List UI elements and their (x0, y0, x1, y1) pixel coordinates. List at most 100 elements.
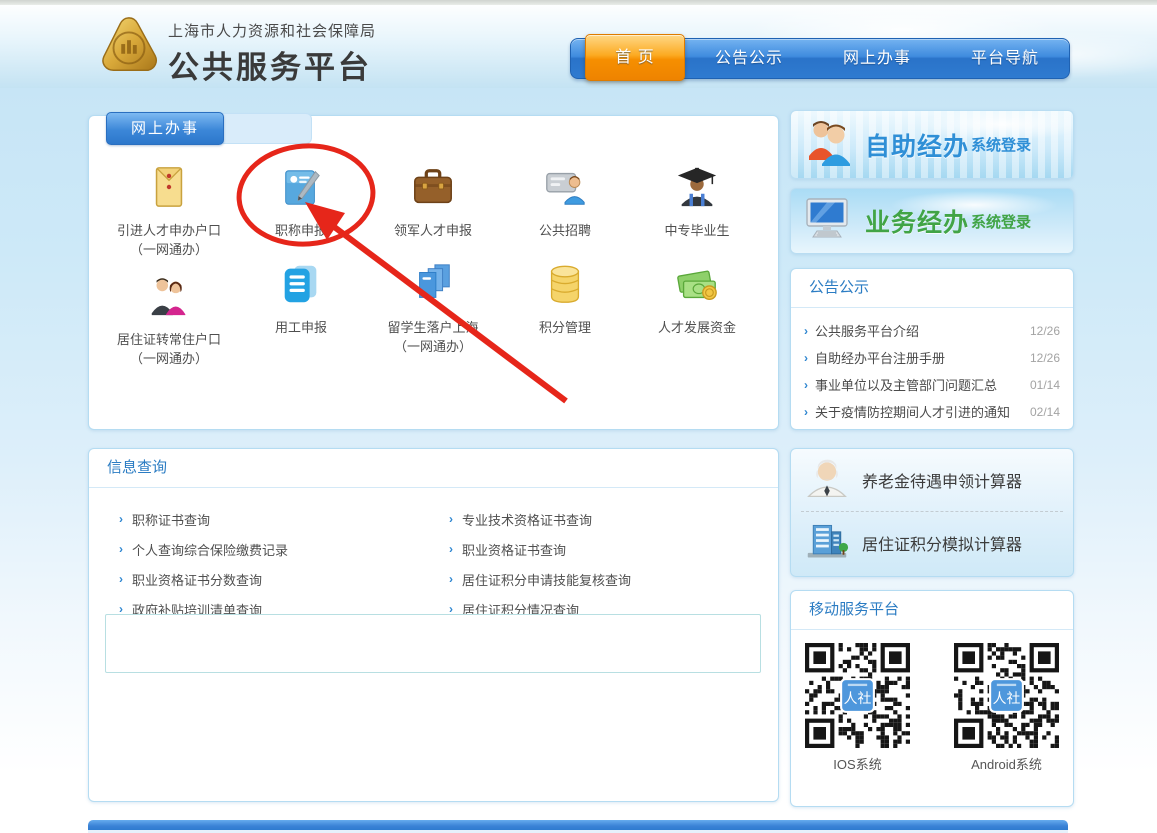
service-item[interactable]: 居住证转常住户口（一网通办） (103, 253, 235, 350)
calculator-label: 居住证积分模拟计算器 (862, 531, 1022, 555)
query-link[interactable]: ›专业技术资格证书查询 (449, 504, 768, 534)
query-link-label: 专业技术资格证书查询 (462, 510, 592, 529)
service-label: 积分管理 (499, 318, 631, 338)
business-login-banner[interactable]: 业务经办系统登录 (790, 188, 1074, 254)
site-titles: 上海市人力资源和社会保障局 公共服务平台 (168, 20, 376, 87)
query-link-label: 职业资格证书查询 (462, 540, 566, 559)
service-item[interactable]: 职称申报 (235, 156, 367, 253)
empty-notice-box (105, 614, 761, 673)
announcement-item[interactable]: › 自助经办平台注册手册 12/26 (791, 344, 1073, 371)
announcement-date: 01/14 (1026, 378, 1060, 392)
announcement-item[interactable]: ›公共服务平台介绍12/26 (791, 317, 1073, 344)
page-body: 网上办事 引进人才申办户口（一网通办）职称申报领军人才申报公共招聘中专毕业生居住… (0, 88, 1157, 833)
service-item[interactable]: 人才发展资金 (631, 253, 763, 350)
announcements-title: 公告公示 (791, 269, 1073, 308)
calculator-label: 养老金待遇申领计算器 (862, 468, 1022, 492)
footer-bar (88, 820, 1068, 830)
calculator-item[interactable]: 居住证积分模拟计算器 (791, 512, 1073, 574)
link-arrow-icon: › (804, 378, 808, 392)
pensioner-icon (805, 456, 849, 505)
service-item[interactable]: 留学生落户上海（一网通办） (367, 253, 499, 350)
announcement-title: 关于疫情防控期间人才引进的通知 (815, 402, 1010, 421)
page-title: 公共服务平台 (168, 42, 376, 87)
page: 上海市人力资源和社会保障局 公共服务平台 首 页公告公示网上办事平台导航 网上办… (0, 0, 1157, 833)
nav-tab-3[interactable]: 网上办事 (813, 39, 941, 78)
service-item[interactable]: 中专毕业生 (631, 156, 763, 253)
money-icon (631, 261, 763, 312)
mobile-platform-panel: 移动服务平台 人社IOS系统人社Android系统 (790, 590, 1074, 807)
query-link-label: 居住证积分申请技能复核查询 (462, 570, 631, 589)
nav-tab-4[interactable]: 平台导航 (941, 39, 1069, 78)
query-link-label: 个人查询综合保险缴费记录 (132, 540, 288, 559)
query-link[interactable]: ›个人查询综合保险缴费记录 (119, 534, 449, 564)
svg-text:人社: 人社 (844, 690, 872, 706)
calculator-item[interactable]: 养老金待遇申领计算器 (791, 449, 1073, 511)
query-link[interactable]: ›职业资格证书查询 (449, 534, 768, 564)
query-link[interactable]: ›居住证积分申请技能复核查询 (449, 564, 768, 594)
announcement-title: 事业单位以及主管部门问题汇总 (815, 375, 997, 394)
info-query-title: 信息查询 (89, 449, 778, 488)
site-logo-icon (98, 15, 160, 81)
couple-icon (103, 273, 235, 324)
service-label: 职称申报 (235, 221, 367, 241)
query-link-label: 职业资格证书分数查询 (132, 570, 262, 589)
briefcase-icon (367, 164, 499, 215)
title-card-icon (235, 164, 367, 215)
query-link[interactable]: › 职业资格证书分数查询 (119, 564, 449, 594)
announcements-panel: 公告公示 ›公共服务平台介绍12/26 › 自助经办平台注册手册 12/26 › 事业单位… (790, 268, 1074, 430)
query-link[interactable]: › 职称证书查询 (119, 504, 449, 534)
service-item[interactable]: 引进人才申办户口（一网通办） (103, 156, 235, 253)
users-icon (803, 116, 855, 173)
service-label: 公共招聘 (499, 221, 631, 241)
qr-code-icon: 人社 (954, 643, 1059, 748)
calculators-panel: 养老金待遇申领计算器居住证积分模拟计算器 (790, 448, 1074, 577)
nav-tab-1[interactable]: 首 页 (585, 34, 685, 81)
online-services-panel: 网上办事 引进人才申办户口（一网通办）职称申报领军人才申报公共招聘中专毕业生居住… (88, 115, 779, 430)
nav-tab-2[interactable]: 公告公示 (685, 39, 813, 78)
info-query-links: ›职称证书查询›专业技术资格证书查询›个人查询综合保险缴费记录›职业资格证书查询… (89, 488, 778, 624)
service-label: 居住证转常住户口 (103, 330, 235, 350)
announcement-date: 02/14 (1026, 405, 1060, 419)
computer-icon (803, 193, 855, 250)
database-icon (499, 261, 631, 312)
link-arrow-icon: › (804, 351, 808, 365)
graduate-icon (631, 164, 763, 215)
qr-row: 人社IOS系统人社Android系统 (791, 630, 1073, 773)
site-header: 上海市人力资源和社会保障局 公共服务平台 首 页公告公示网上办事平台导航 (0, 5, 1157, 88)
main-nav: 首 页公告公示网上办事平台导航 (570, 38, 1070, 79)
building-icon (805, 519, 849, 568)
service-label: 中专毕业生 (631, 221, 763, 241)
tab-online-services[interactable]: 网上办事 (106, 112, 224, 145)
mobile-platform-title: 移动服务平台 (791, 591, 1073, 630)
announcements-list: ›公共服务平台介绍12/26 › 自助经办平台注册手册 12/26 › 事业单位以及主管部… (791, 308, 1073, 425)
service-label: 引进人才申办户口 (103, 221, 235, 241)
recruit-icon (499, 164, 631, 215)
query-link-label: 职称证书查询 (132, 510, 210, 529)
service-item[interactable]: 积分管理 (499, 253, 631, 350)
self-service-login-banner[interactable]: 自助经办系统登录 (790, 110, 1074, 179)
qr-item: 人社Android系统 (954, 643, 1059, 773)
announcement-title: 自助经办平台注册手册 (815, 348, 945, 367)
announcement-item[interactable]: › 事业单位以及主管部门问题汇总 01/14 (791, 371, 1073, 398)
service-sublabel: （一网通办） (367, 338, 499, 356)
service-item[interactable]: 用工申报 (235, 253, 367, 350)
service-item[interactable]: 领军人才申报 (367, 156, 499, 253)
banner-suffix: 系统登录 (971, 211, 1031, 232)
envelope-icon (103, 164, 235, 215)
link-arrow-icon: › (119, 572, 123, 586)
link-arrow-icon: › (804, 405, 808, 419)
service-item[interactable]: 公共招聘 (499, 156, 631, 253)
svg-text:人社: 人社 (993, 690, 1021, 706)
link-arrow-icon: › (119, 512, 123, 526)
service-label: 人才发展资金 (631, 318, 763, 338)
qr-item: 人社IOS系统 (805, 643, 910, 773)
banner-suffix: 系统登录 (971, 134, 1031, 155)
announcement-title: 公共服务平台介绍 (815, 321, 919, 340)
org-name: 上海市人力资源和社会保障局 (168, 20, 376, 41)
services-grid: 引进人才申办户口（一网通办）职称申报领军人才申报公共招聘中专毕业生居住证转常住户… (103, 156, 763, 350)
qr-code-icon: 人社 (805, 643, 910, 748)
announcement-date: 12/26 (1026, 351, 1060, 365)
announcement-item[interactable]: › 关于疫情防控期间人才引进的通知 02/14 (791, 398, 1073, 425)
service-label: 留学生落户上海 (367, 318, 499, 338)
service-sublabel: （一网通办） (103, 350, 235, 368)
